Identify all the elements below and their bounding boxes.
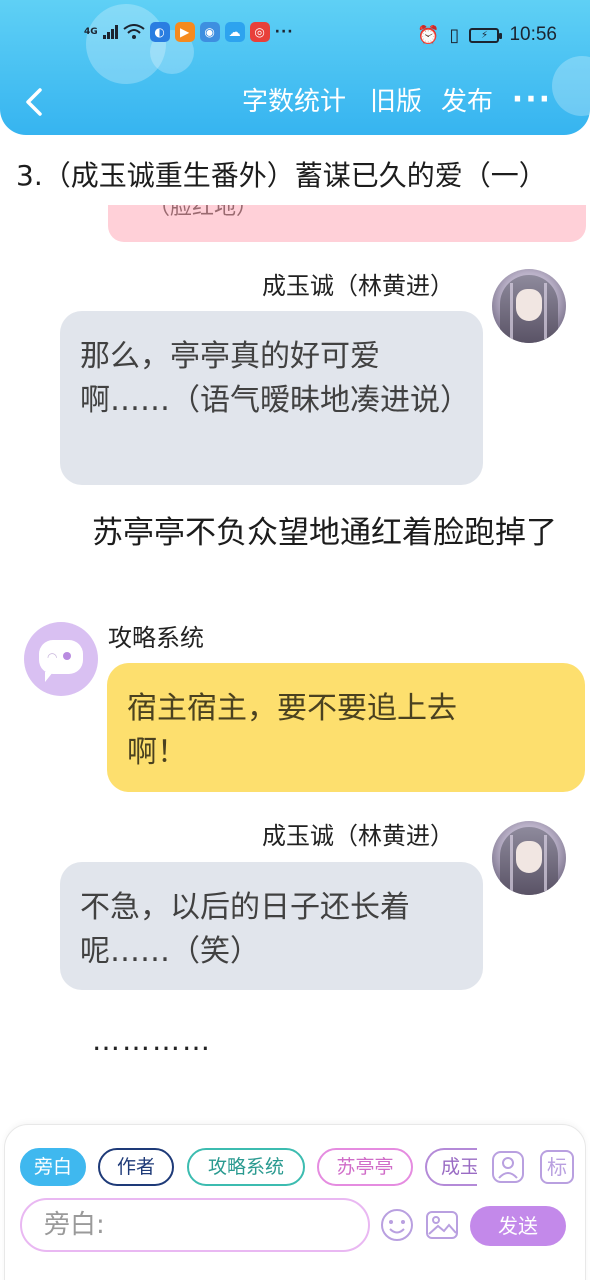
app-notification-icon: ▶ xyxy=(174,22,195,42)
message-bubble[interactable]: 那么，亭亭真的好可爱啊……（语气暧昧地凑进说） xyxy=(60,311,483,485)
message-text: 不急，以后的日子还长着呢……（笑） xyxy=(80,890,410,969)
word-count-button[interactable]: 字数统计 xyxy=(242,84,346,120)
network-type-label: 4G xyxy=(84,27,98,37)
signal-icon xyxy=(102,25,118,39)
chevron-left-icon xyxy=(26,88,42,116)
send-button[interactable]: 发送 xyxy=(470,1206,566,1246)
speaker-name: 攻略系统 xyxy=(108,624,204,652)
weibo-icon: ◎ xyxy=(249,22,270,42)
chapter-title: 3.（成玉诚重生番外）蓄谋已久的爱（一） xyxy=(16,159,547,192)
character-avatar[interactable] xyxy=(492,269,566,343)
role-chip-cheng-yucheng[interactable]: 成玉诚 xyxy=(425,1148,477,1186)
role-chip-narration[interactable]: 旁白 xyxy=(20,1148,86,1186)
message-bubble[interactable]: 宿主宿主，要不要追上去啊！ xyxy=(107,663,585,792)
battery-icon: ⚡ xyxy=(469,27,503,43)
app-notification-icon: ◉ xyxy=(199,22,220,42)
role-chip-author[interactable]: 作者 xyxy=(98,1148,174,1186)
app-header: 4G ◐ ▶ ◉ ☁ ◎ ··· ⏰ ▯ ⚡ 10:56 字数统计 旧版 发布 … xyxy=(0,0,590,135)
clock-time: 10:56 xyxy=(509,24,557,45)
narration-text[interactable]: ………… xyxy=(92,1024,212,1057)
narration-text[interactable]: 苏亭亭不负众望地通红着脸跑掉了 xyxy=(28,510,568,556)
character-avatar[interactable] xyxy=(492,821,566,895)
header-decoration xyxy=(552,56,590,116)
wifi-icon xyxy=(123,24,145,39)
message-text: （脸红地） xyxy=(148,205,259,220)
back-button[interactable] xyxy=(20,84,50,120)
message-bubble[interactable]: 不急，以后的日子还长着呢……（笑） xyxy=(60,862,483,990)
image-icon xyxy=(426,1211,458,1239)
weather-icon: ☁ xyxy=(224,22,245,42)
user-icon xyxy=(492,1151,524,1183)
more-options-button[interactable]: ··· xyxy=(512,84,552,116)
message-input[interactable] xyxy=(20,1198,370,1252)
status-bar: 4G ◐ ▶ ◉ ☁ ◎ ··· ⏰ ▯ ⚡ 10:56 xyxy=(0,18,590,52)
role-chip-su-tingting[interactable]: 苏亭亭 xyxy=(317,1148,413,1186)
smile-icon xyxy=(381,1209,413,1241)
more-notifications-icon: ··· xyxy=(274,24,294,40)
message-text: 那么，亭亭真的好可爱啊……（语气暧昧地凑进说） xyxy=(80,339,470,418)
role-chip-system[interactable]: 攻略系统 xyxy=(187,1148,305,1186)
mark-button[interactable]: 标 xyxy=(540,1150,574,1184)
role-chip-label: 苏亭亭 xyxy=(336,1156,394,1178)
alarm-icon: ⏰ xyxy=(417,24,440,46)
emoji-button[interactable] xyxy=(380,1208,414,1242)
message-text: 宿主宿主，要不要追上去啊！ xyxy=(127,691,457,770)
chat-bubble-icon xyxy=(39,640,83,682)
publish-button[interactable]: 发布 xyxy=(441,84,493,120)
role-chip-label: 作者 xyxy=(116,1156,155,1178)
mark-label: 标 xyxy=(547,1155,567,1179)
add-role-button[interactable] xyxy=(491,1150,525,1184)
role-chip-label: 旁白 xyxy=(33,1156,72,1178)
vibrate-icon: ▯ xyxy=(449,24,460,46)
role-chip-label: 成玉诚 xyxy=(441,1156,477,1178)
speaker-name: 成玉诚（林黄进） xyxy=(262,822,454,850)
old-version-button[interactable]: 旧版 xyxy=(370,84,422,120)
system-avatar[interactable]: ◠ xyxy=(24,622,98,696)
app-notification-icon: ◐ xyxy=(149,22,170,42)
speaker-name: 成玉诚（林黄进） xyxy=(262,272,454,300)
image-button[interactable] xyxy=(425,1208,459,1242)
message-bubble-partial[interactable]: （脸红地） xyxy=(108,205,586,242)
role-chip-label: 攻略系统 xyxy=(207,1156,284,1178)
